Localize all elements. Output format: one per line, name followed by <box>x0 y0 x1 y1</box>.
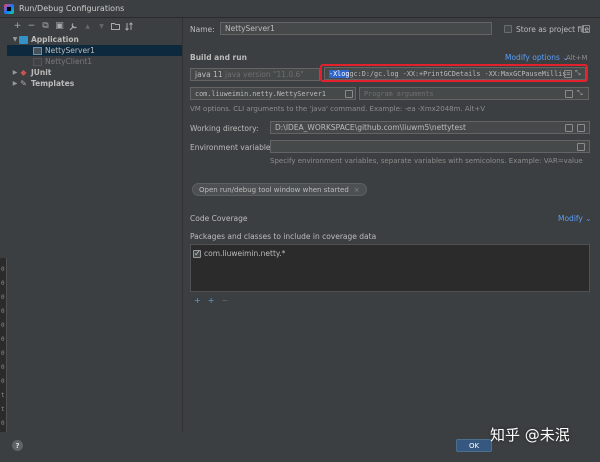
run-config-icon <box>33 57 42 66</box>
store-as-project-file-label: Store as project file <box>516 25 589 34</box>
ok-button[interactable]: OK <box>456 439 492 452</box>
tree-item-label: NettyClient1 <box>45 57 93 66</box>
background-editor-strip: 0 0 0 0 0 0 0 0 0 t t 0 <box>0 258 7 458</box>
coverage-modify-link[interactable]: Modify ⌄ <box>558 214 592 223</box>
build-and-run-heading: Build and run <box>190 53 247 62</box>
environment-variables-label: Environment variables: <box>190 143 277 152</box>
edit-templates-icon[interactable] <box>69 22 78 31</box>
program-arguments-placeholder: Program arguments <box>364 89 434 98</box>
strip-char: t <box>1 406 5 413</box>
coverage-packages-label: Packages and classes to include in cover… <box>190 232 377 241</box>
coverage-list: com.liuweimin.netty.* <box>190 244 590 292</box>
strip-char: 0 <box>1 364 5 371</box>
modify-options-text: Modify options <box>505 53 560 62</box>
configurations-tree: ▼ Application NettyServer1 NettyClient1 … <box>7 34 182 89</box>
junit-icon: ◆ <box>20 67 27 77</box>
title-bar: Run/Debug Configurations <box>0 0 600 18</box>
coverage-entry-label: com.liuweimin.netty.* <box>204 249 286 258</box>
window-title: Run/Debug Configurations <box>19 4 125 13</box>
resize-icon[interactable]: ⤡ <box>575 69 581 78</box>
help-button[interactable]: ? <box>12 440 23 451</box>
chip-label: Open run/debug tool window when started <box>199 185 349 194</box>
edit-env-icon[interactable] <box>577 143 585 151</box>
run-config-icon <box>33 46 42 55</box>
folder-button[interactable] <box>111 22 120 31</box>
list-item[interactable]: com.liuweimin.netty.* <box>193 249 285 258</box>
tree-item-label: Templates <box>31 79 75 88</box>
vm-options-selected: -Xlog <box>329 69 350 78</box>
jre-version: java version "11.0.6" <box>225 70 304 79</box>
chevron-down-icon[interactable]: ▼ <box>11 36 19 43</box>
add-configuration-button[interactable]: + <box>13 21 22 31</box>
move-up-button[interactable]: ▲ <box>83 22 92 31</box>
open-tool-window-option-chip[interactable]: Open run/debug tool window when started … <box>192 183 367 196</box>
configurations-toolbar: + − ⧉ ▣ ▲ ▼ <box>7 18 182 34</box>
store-as-project-file-checkbox[interactable] <box>504 25 512 33</box>
name-input[interactable]: NettyServer1 <box>220 22 492 35</box>
chevron-right-icon[interactable]: ▶ <box>11 80 19 87</box>
strip-char: 0 <box>1 280 5 287</box>
expand-icon[interactable] <box>564 70 572 78</box>
move-down-button[interactable]: ▼ <box>97 22 106 31</box>
modify-options-shortcut: Alt+M <box>566 54 588 62</box>
wrench-icon: ✎ <box>20 78 27 88</box>
strip-char: 0 <box>1 294 5 301</box>
jre-select[interactable]: java 11 java version "11.0.6" <box>190 68 320 81</box>
tree-item-label: JUnit <box>31 68 52 77</box>
settings-gear-icon[interactable] <box>582 25 590 33</box>
strip-char: 0 <box>1 308 5 315</box>
strip-char: 0 <box>1 266 5 273</box>
vm-options-hint: VM options. CLI arguments to the 'java' … <box>190 105 486 113</box>
macro-icon[interactable] <box>577 124 585 132</box>
modify-options-link[interactable]: Modify options ⌄ <box>505 53 569 62</box>
sort-button[interactable] <box>125 21 134 31</box>
strip-char: 0 <box>1 322 5 329</box>
coverage-entry-checkbox[interactable] <box>193 249 201 258</box>
copy-configuration-button[interactable]: ⧉ <box>41 21 50 31</box>
add-class-button[interactable]: + <box>194 296 201 305</box>
save-configuration-button[interactable]: ▣ <box>55 21 64 31</box>
close-icon[interactable]: × <box>354 186 360 194</box>
program-arguments-input[interactable]: Program arguments <box>359 87 589 100</box>
resize-icon[interactable]: ⤡ <box>577 89 583 98</box>
tree-item-junit[interactable]: ▶ ◆ JUnit <box>7 67 182 78</box>
tree-item-label: NettyServer1 <box>45 46 95 55</box>
watermark: 知乎 @未泯 <box>490 426 570 444</box>
working-directory-label: Working directory: <box>190 124 259 133</box>
tree-item-application[interactable]: ▼ Application <box>7 34 182 45</box>
tree-item-label: Application <box>31 35 79 44</box>
tree-item-templates[interactable]: ▶ ✎ Templates <box>7 78 182 89</box>
tree-item-netty-client[interactable]: NettyClient1 <box>7 56 182 67</box>
intellij-logo-icon <box>4 3 14 14</box>
chevron-right-icon[interactable]: ▶ <box>11 69 19 76</box>
remove-entry-button[interactable]: − <box>221 296 228 305</box>
strip-char: t <box>1 392 5 399</box>
vm-options-input[interactable]: -Xlog gc:D:/gc.log -XX:+PrintGCDetails -X… <box>324 67 586 80</box>
configurations-panel: + − ⧉ ▣ ▲ ▼ ▼ Application NettyServer1 N… <box>7 18 183 432</box>
tree-item-netty-server[interactable]: NettyServer1 <box>7 45 182 56</box>
working-directory-input[interactable]: D:\IDEA_WORKSPACE\github.com\liuwm5\nett… <box>270 121 590 134</box>
name-label: Name: <box>190 25 215 34</box>
strip-char: 0 <box>1 336 5 343</box>
code-coverage-heading: Code Coverage <box>190 214 248 223</box>
expand-icon[interactable] <box>565 90 573 98</box>
vm-options-rest: gc:D:/gc.log -XX:+PrintGCDetails -XX:Max… <box>349 69 571 78</box>
configuration-editor: Name: NettyServer1 Store as project file… <box>184 18 600 432</box>
environment-variables-input[interactable] <box>270 140 590 153</box>
chevron-down-icon: ⌄ <box>585 214 592 223</box>
strip-char: 0 <box>1 378 5 385</box>
jre-value: java 11 <box>195 70 223 79</box>
folder-icon[interactable] <box>565 124 573 132</box>
application-icon <box>19 35 28 44</box>
strip-char: 0 <box>1 420 5 427</box>
remove-configuration-button[interactable]: − <box>27 21 36 31</box>
coverage-modify-text: Modify <box>558 214 583 223</box>
main-class-input[interactable]: com.liuweimin.netty.NettyServer1 <box>190 87 356 100</box>
coverage-toolbar: + + − <box>194 296 228 305</box>
strip-char: 0 <box>1 350 5 357</box>
add-package-button[interactable]: + <box>208 296 215 305</box>
browse-icon[interactable] <box>345 90 353 98</box>
environment-variables-hint: Specify environment variables, separate … <box>270 157 583 165</box>
